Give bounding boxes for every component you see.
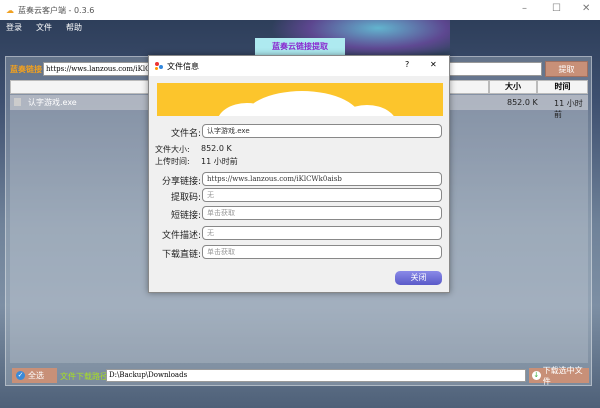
menu-bar: 登录 文件 帮助: [6, 22, 82, 33]
extract-button[interactable]: 提取: [545, 61, 588, 77]
file-time: 11 小时前: [554, 99, 583, 119]
maximize-button[interactable]: ☐: [552, 3, 561, 14]
window-title: 蓝奏云客户端 - 0.3.6: [18, 5, 95, 15]
app-cloud-icon: ☁: [6, 5, 14, 15]
app-logo-icon: [155, 62, 163, 70]
name-field[interactable]: 认字游戏.exe: [202, 124, 442, 138]
menu-login[interactable]: 登录: [6, 22, 22, 33]
share-label: 分享链接:: [161, 177, 201, 187]
direct-link-label: 下载直链:: [161, 250, 201, 260]
link-label: 蓝奏链接: [10, 65, 42, 74]
menu-file[interactable]: 文件: [36, 22, 52, 33]
size-value: 852.0 K: [201, 144, 232, 153]
select-all-label: 全选: [28, 371, 44, 380]
select-all-button[interactable]: ✓ 全选: [12, 368, 57, 383]
close-dialog-button[interactable]: 关闭: [395, 271, 442, 285]
share-link-field[interactable]: https://wws.lanzous.com/iKlCWk0aisb: [202, 172, 442, 186]
short-link-field[interactable]: 单击获取: [202, 206, 442, 220]
desc-field[interactable]: 无: [202, 226, 442, 240]
table-header-size[interactable]: 大小: [489, 80, 537, 94]
code-field[interactable]: 无: [202, 188, 442, 202]
file-icon: [14, 98, 21, 106]
dialog-title-bar: 文件信息 ? ✕: [149, 56, 449, 76]
code-label: 提取码:: [170, 193, 201, 203]
file-name: 认字游戏.exe: [28, 98, 77, 107]
short-link-label: 短链接:: [170, 211, 201, 221]
time-label: 上传时间:: [155, 157, 190, 166]
direct-link-field[interactable]: 单击获取: [202, 245, 442, 259]
time-value: 11 小时前: [201, 157, 238, 166]
name-label: 文件名:: [170, 129, 201, 139]
download-path-label: 文件下载路径: [60, 372, 108, 381]
table-header-time[interactable]: 时间: [537, 80, 588, 94]
help-button[interactable]: ?: [405, 60, 409, 69]
download-icon: ↓: [532, 371, 541, 380]
banner-image: [157, 83, 443, 116]
desc-label: 文件描述:: [161, 231, 201, 241]
size-label: 文件大小:: [155, 145, 190, 154]
download-selected-button[interactable]: ↓ 下载选中文件: [529, 366, 589, 386]
tab-link-extract[interactable]: 蓝奏云链接提取: [255, 38, 345, 56]
menu-help[interactable]: 帮助: [66, 22, 82, 33]
dialog-title: 文件信息: [167, 61, 199, 71]
check-icon: ✓: [16, 371, 25, 380]
minimize-button[interactable]: –: [522, 3, 527, 14]
file-size: 852.0 K: [507, 98, 538, 107]
download-path-input[interactable]: D:\Backup\Downloads: [106, 369, 526, 382]
dialog-close-x[interactable]: ✕: [430, 60, 437, 69]
file-info-dialog: 文件信息 ? ✕ 文件名: 认字游戏.exe 文件大小: 852.0 K 上传时…: [148, 55, 450, 293]
download-label: 下载选中文件: [542, 365, 583, 386]
close-button[interactable]: ✕: [582, 3, 590, 14]
title-bar: ☁ 蓝奏云客户端 - 0.3.6 – ☐ ✕: [0, 0, 600, 20]
